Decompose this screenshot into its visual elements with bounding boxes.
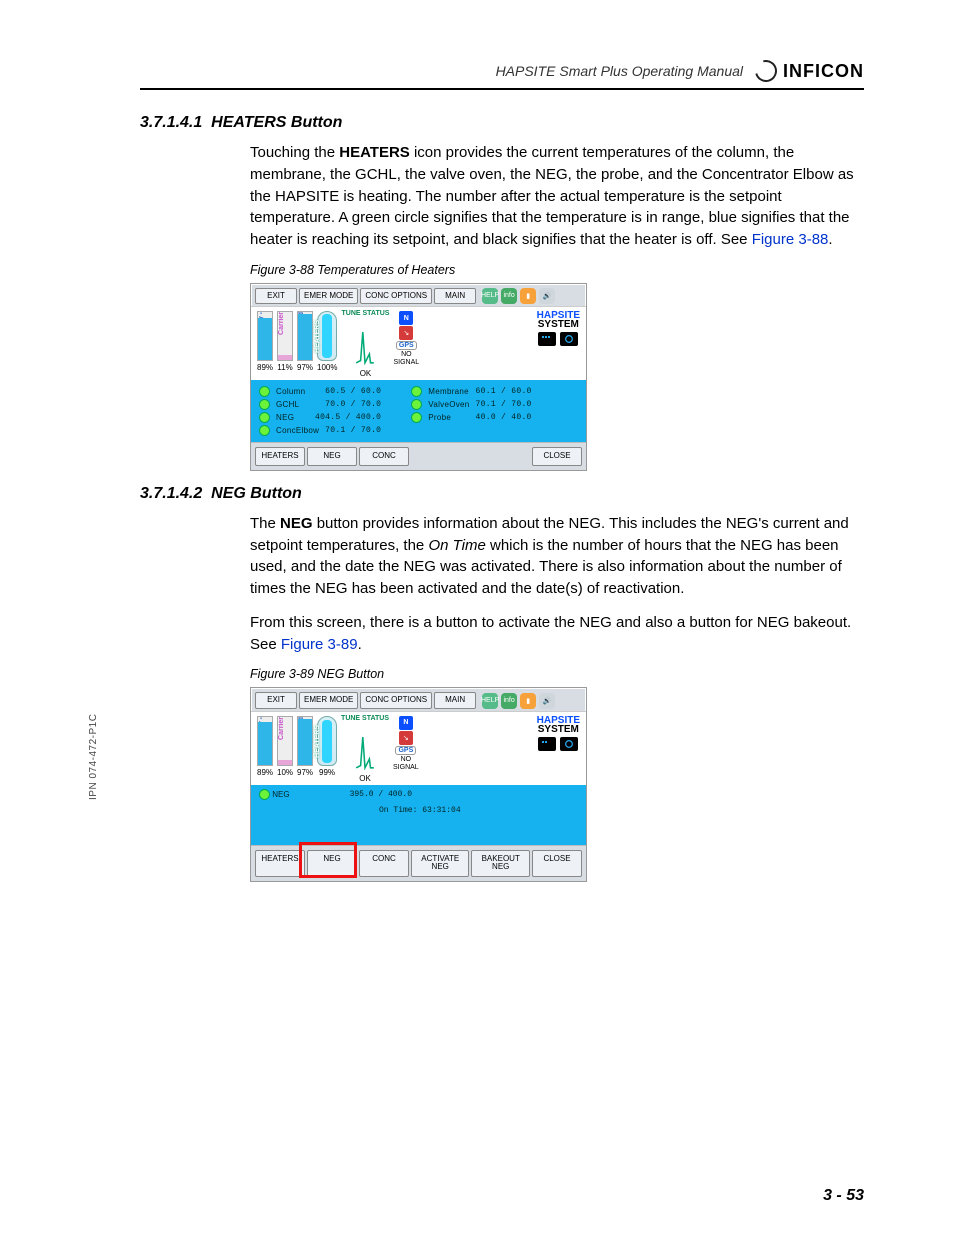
intstd-gauge: Int Std 97% (297, 311, 313, 378)
swirl-icon (751, 56, 781, 86)
close-button[interactable]: CLOSE (532, 850, 582, 877)
neg-panel: NEG 395.0 / 400.0 On Time: 63:31:04 (251, 785, 586, 845)
heaters-thermometer: HEATERS 99% (317, 716, 337, 783)
heater-row: ConcElbow70.1 / 70.0 (259, 425, 381, 436)
gear-icon[interactable] (560, 332, 578, 346)
heaters-thermometer: HEATERS 100% (317, 311, 337, 378)
battery-icon: ▮ (520, 288, 536, 304)
neg-button[interactable]: NEG (307, 850, 357, 877)
brand-text: INFICON (783, 61, 864, 82)
info-icon[interactable]: info (501, 693, 517, 709)
link-figure-3-88[interactable]: Figure 3-88 (752, 231, 829, 248)
heaters-button[interactable]: HEATERS (255, 850, 305, 877)
emer-mode-button[interactable]: EMER MODE (299, 288, 358, 304)
running-header: HAPSITE Smart Plus Operating Manual INFI… (140, 60, 864, 90)
hapsite-system-logo: HAPSITE SYSTEM (537, 716, 580, 783)
page-number: 3 - 53 (823, 1187, 864, 1205)
conc-button[interactable]: CONC (359, 850, 409, 877)
conc-options-button[interactable]: CONC OPTIONS (360, 692, 432, 708)
carrier-gauge: Carrier 11% (277, 311, 293, 378)
tune-status: TUNE STATUS OK (341, 716, 389, 783)
heading-neg: 3.7.1.4.2 NEG Button (140, 485, 864, 503)
brand-logo: INFICON (755, 60, 864, 82)
heaters-panel: Column60.5 / 60.0 GCHL70.0 / 70.0 NEG404.5… (251, 380, 586, 442)
battery-gauge: + Battery - 89% (257, 716, 273, 783)
para-neg-1: The NEG button provides information abou… (250, 513, 864, 600)
caption-fig88: Figure 3-88 Temperatures of Heaters (250, 263, 864, 277)
tune-status: TUNE STATUS OK (342, 311, 390, 378)
main-button[interactable]: MAIN (434, 692, 476, 708)
para-neg-2: From this screen, there is a button to a… (250, 612, 864, 656)
volume-icon: 🔊 (539, 693, 555, 709)
gear-icon[interactable] (560, 737, 578, 751)
activate-neg-button[interactable]: ACTIVATE NEG (411, 850, 469, 877)
heater-row: Membrane60.1 / 60.0 (411, 386, 531, 397)
close-button[interactable]: CLOSE (532, 447, 582, 465)
figure-3-88: EXIT EMER MODE CONC OPTIONS MAIN HELP in… (250, 283, 587, 471)
volume-icon: 🔊 (539, 288, 555, 304)
info-icon[interactable]: info (501, 288, 517, 304)
keyboard-icon[interactable] (538, 737, 556, 751)
figure-3-89: EXIT EMER MODE CONC OPTIONS MAIN HELP in… (250, 687, 587, 881)
para-heaters: Touching the HEATERS icon provides the c… (250, 142, 864, 251)
hapsite-system-logo: HAPSITE SYSTEM (537, 311, 580, 378)
battery-icon: ▮ (520, 693, 536, 709)
carrier-gauge: Carrier 10% (277, 716, 293, 783)
exit-button[interactable]: EXIT (255, 288, 297, 304)
heater-row: GCHL70.0 / 70.0 (259, 399, 381, 410)
side-ipn: IPN 074-472-P1C (88, 714, 99, 800)
heater-row: ValveOven70.1 / 70.0 (411, 399, 531, 410)
exit-button[interactable]: EXIT (255, 692, 297, 708)
conc-options-button[interactable]: CONC OPTIONS (360, 288, 432, 304)
keyboard-icon[interactable] (538, 332, 556, 346)
signal-column: N ↘ GPS NO SIGNAL (393, 716, 419, 783)
intstd-gauge: Int Std 97% (297, 716, 313, 783)
heater-row: Probe40.0 / 40.0 (411, 412, 531, 423)
emer-mode-button[interactable]: EMER MODE (299, 692, 358, 708)
signal-column: N ↘ GPS NO SIGNAL (393, 311, 419, 378)
manual-title: HAPSITE Smart Plus Operating Manual (496, 63, 743, 79)
heater-row: Column60.5 / 60.0 (259, 386, 381, 397)
help-icon[interactable]: HELP (482, 288, 498, 304)
heater-row: NEG404.5 / 400.0 (259, 412, 381, 423)
conc-button[interactable]: CONC (359, 447, 409, 465)
link-figure-3-89[interactable]: Figure 3-89 (281, 636, 358, 653)
help-icon[interactable]: HELP (482, 693, 498, 709)
main-button[interactable]: MAIN (434, 288, 476, 304)
bakeout-neg-button[interactable]: BAKEOUT NEG (471, 850, 530, 877)
battery-gauge: + Battery - 89% (257, 311, 273, 378)
heaters-button[interactable]: HEATERS (255, 447, 305, 465)
caption-fig89: Figure 3-89 NEG Button (250, 667, 864, 681)
heading-heaters: 3.7.1.4.1 HEATERS Button (140, 114, 864, 132)
neg-button[interactable]: NEG (307, 447, 357, 465)
